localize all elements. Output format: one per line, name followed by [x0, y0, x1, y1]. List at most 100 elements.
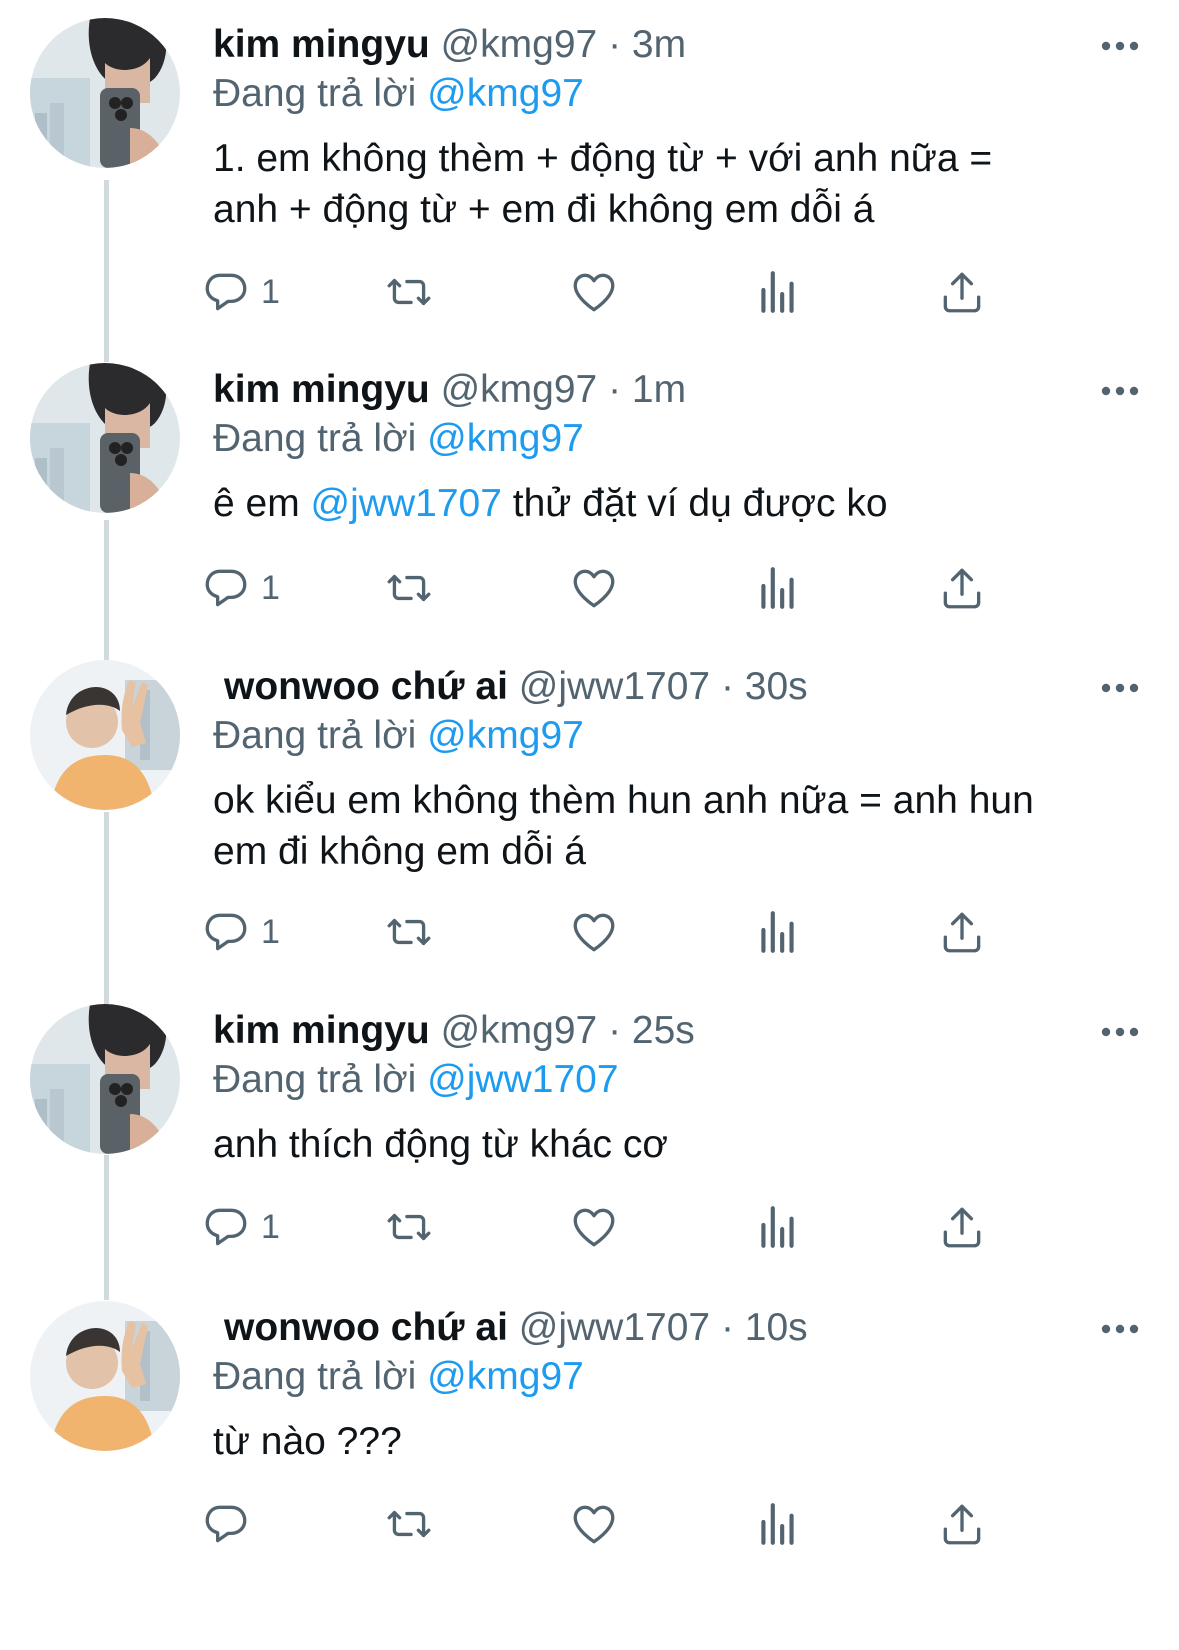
avatar[interactable] — [30, 363, 180, 513]
action-bar: 1 — [213, 563, 1093, 613]
mention-link[interactable]: @kmg97 — [427, 714, 584, 757]
like-button[interactable] — [569, 563, 619, 613]
views-button[interactable] — [753, 1499, 803, 1549]
reply-button[interactable]: 1 — [201, 907, 280, 957]
like-icon — [569, 563, 619, 613]
more-icon[interactable] — [1100, 39, 1140, 51]
views-button[interactable] — [753, 907, 803, 957]
share-button[interactable] — [937, 267, 987, 317]
avatar[interactable] — [30, 1301, 180, 1451]
mention-link[interactable]: @kmg97 — [427, 1355, 584, 1398]
tweet-text-segment: ê em — [213, 482, 300, 525]
reply-button[interactable]: 1 — [201, 1202, 280, 1252]
reply-button[interactable]: 1 — [201, 267, 280, 317]
reply-icon — [201, 907, 251, 957]
retweet-button[interactable] — [384, 1499, 434, 1549]
separator-dot: · — [608, 23, 622, 66]
more-icon[interactable] — [1100, 384, 1140, 396]
display-name[interactable]: kim mingyu — [213, 368, 430, 411]
share-button[interactable] — [937, 1499, 987, 1549]
reply-button[interactable] — [201, 1499, 261, 1549]
share-icon — [937, 1499, 987, 1549]
separator-dot: · — [720, 1306, 734, 1349]
action-bar: 1 — [213, 267, 1093, 317]
mention-link[interactable]: @kmg97 — [427, 72, 584, 115]
tweet[interactable]: wonwoo chứ ai @jww1707 · 10s Đang trả lờ… — [0, 1298, 1179, 1650]
tweet-text: ê em @jww1707 thử đặt ví dụ được ko — [213, 478, 1153, 529]
views-icon — [753, 1499, 803, 1549]
retweet-button[interactable] — [384, 907, 434, 957]
retweet-icon — [384, 1202, 434, 1252]
more-icon[interactable] — [1100, 681, 1140, 693]
display-name[interactable]: kim mingyu — [213, 1009, 430, 1052]
tweet[interactable]: wonwoo chứ ai @jww1707 · 30s Đang trả lờ… — [0, 657, 1179, 987]
views-icon — [753, 563, 803, 613]
share-icon — [937, 907, 987, 957]
replying-to-label: Đang trả lời — [213, 1058, 417, 1101]
reply-icon — [201, 1202, 251, 1252]
display-name[interactable]: wonwoo chứ ai — [224, 665, 508, 708]
reply-button[interactable]: 1 — [201, 563, 280, 613]
share-button[interactable] — [937, 1202, 987, 1252]
like-icon — [569, 1499, 619, 1549]
avatar[interactable] — [30, 18, 180, 168]
like-button[interactable] — [569, 1499, 619, 1549]
retweet-button[interactable] — [384, 563, 434, 613]
retweet-icon — [384, 1499, 434, 1549]
action-bar — [213, 1499, 1093, 1549]
share-icon — [937, 1202, 987, 1252]
mention-link[interactable]: @jww1707 — [427, 1058, 618, 1101]
replying-to-label: Đang trả lời — [213, 1355, 417, 1398]
share-button[interactable] — [937, 907, 987, 957]
timestamp[interactable]: 1m — [632, 368, 686, 411]
retweet-icon — [384, 907, 434, 957]
display-name[interactable]: kim mingyu — [213, 23, 430, 66]
more-icon[interactable] — [1100, 1322, 1140, 1334]
like-icon — [569, 267, 619, 317]
retweet-button[interactable] — [384, 267, 434, 317]
user-handle[interactable]: @kmg97 — [441, 1009, 598, 1052]
user-handle[interactable]: @jww1707 — [519, 665, 710, 708]
tweet-text-line: anh thích động từ khác cơ — [213, 1123, 668, 1166]
retweet-icon — [384, 563, 434, 613]
tweet-text-segment: thử đặt ví dụ được ko — [512, 482, 888, 525]
retweet-icon — [384, 267, 434, 317]
views-icon — [753, 907, 803, 957]
mention-link[interactable]: @kmg97 — [427, 417, 584, 460]
timestamp[interactable]: 25s — [632, 1009, 695, 1052]
tweet[interactable]: kim mingyu @kmg97 · 3m Đang trả lời @kmg… — [0, 15, 1179, 345]
views-button[interactable] — [753, 563, 803, 613]
tweet-text-line: anh + động từ + em đi không em dỗi á — [213, 188, 875, 231]
tweet-text-line: ok kiểu em không thèm hun anh nữa = anh … — [213, 779, 1034, 822]
share-button[interactable] — [937, 563, 987, 613]
replying-to-label: Đang trả lời — [213, 72, 417, 115]
user-handle[interactable]: @kmg97 — [441, 23, 598, 66]
user-handle[interactable]: @jww1707 — [519, 1306, 710, 1349]
like-button[interactable] — [569, 1202, 619, 1252]
avatar[interactable] — [30, 1004, 180, 1154]
tweet[interactable]: kim mingyu @kmg97 · 1m Đang trả lời @kmg… — [0, 360, 1179, 650]
tweet-text: ok kiểu em không thèm hun anh nữa = anh … — [213, 775, 1153, 877]
action-bar: 1 — [213, 1202, 1093, 1252]
like-icon — [569, 1202, 619, 1252]
replying-to-label: Đang trả lời — [213, 417, 417, 460]
mention-link[interactable]: @jww1707 — [311, 482, 502, 525]
like-icon — [569, 907, 619, 957]
avatar[interactable] — [30, 660, 180, 810]
like-button[interactable] — [569, 907, 619, 957]
replying-to: Đang trả lời @kmg97 — [213, 707, 584, 765]
timestamp[interactable]: 3m — [632, 23, 686, 66]
timestamp[interactable]: 10s — [745, 1306, 808, 1349]
views-button[interactable] — [753, 267, 803, 317]
replying-to: Đang trả lời @kmg97 — [213, 65, 584, 123]
display-name[interactable]: wonwoo chứ ai — [224, 1306, 508, 1349]
tweet[interactable]: kim mingyu @kmg97 · 25s Đang trả lời @jw… — [0, 1001, 1179, 1291]
timestamp[interactable]: 30s — [745, 665, 808, 708]
user-handle[interactable]: @kmg97 — [441, 368, 598, 411]
views-button[interactable] — [753, 1202, 803, 1252]
like-button[interactable] — [569, 267, 619, 317]
tweet-text: anh thích động từ khác cơ — [213, 1119, 1153, 1170]
retweet-button[interactable] — [384, 1202, 434, 1252]
separator-dot: · — [608, 368, 622, 411]
more-icon[interactable] — [1100, 1025, 1140, 1037]
